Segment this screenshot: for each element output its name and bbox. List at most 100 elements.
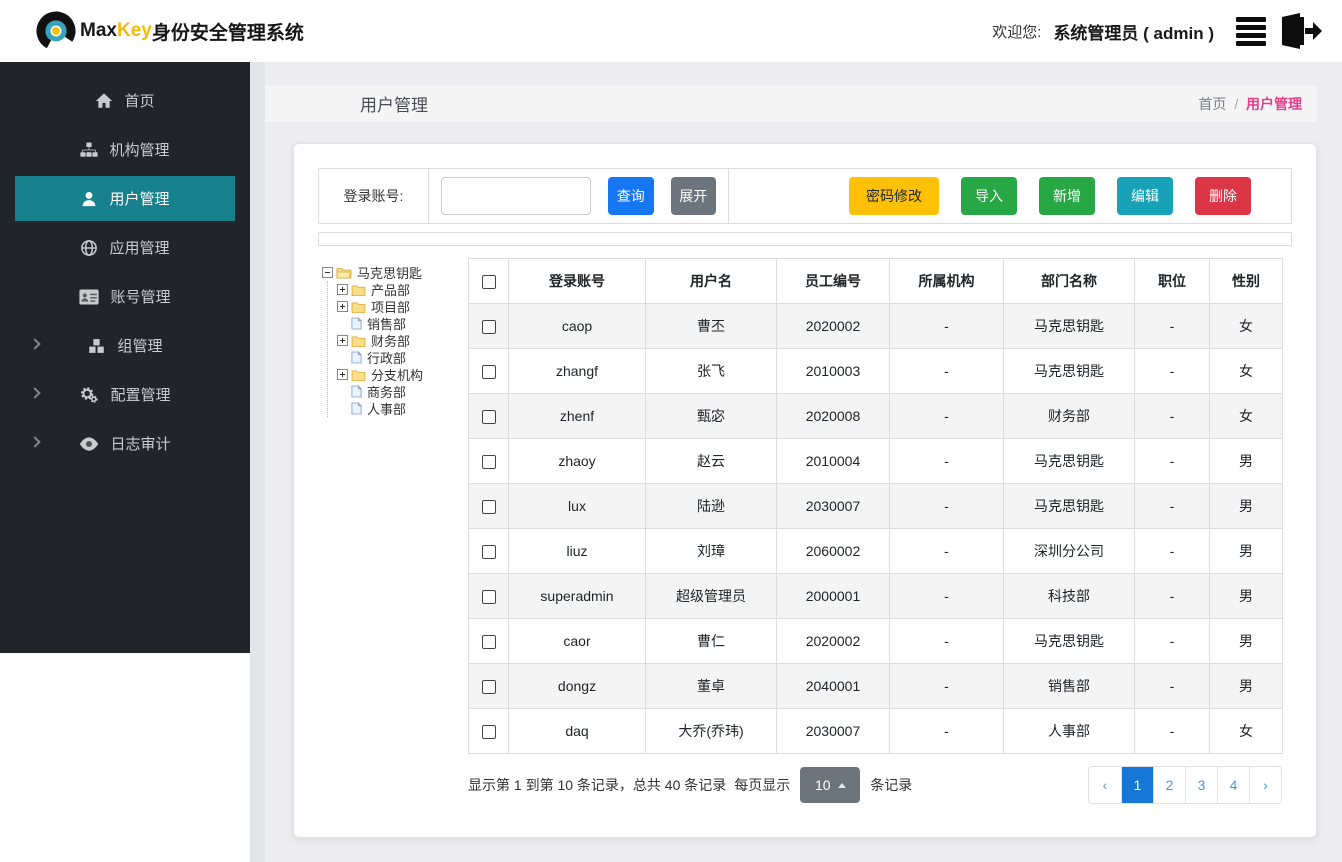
tree-node[interactable]: 产品部 <box>337 281 468 298</box>
import-button[interactable]: 导入 <box>961 177 1017 215</box>
tree-node[interactable]: 人事部 <box>337 400 468 417</box>
cubes-icon <box>89 338 105 353</box>
breadcrumb-current: 用户管理 <box>1246 95 1302 112</box>
collapse-icon[interactable] <box>322 267 333 278</box>
top-navbar: Max Key 身份安全管理系统 欢迎您: 系统管理员 ( admin ) <box>0 0 1342 62</box>
records-summary: 显示第 1 到第 10 条记录，总共 40 条记录 <box>468 777 727 793</box>
file-icon <box>351 385 362 398</box>
edit-button[interactable]: 编辑 <box>1117 177 1173 215</box>
tree-node-label[interactable]: 人事部 <box>365 399 406 418</box>
action-buttons: 密码修改 导入 新增 编辑 删除 <box>849 169 1291 223</box>
row-checkbox[interactable] <box>481 725 496 740</box>
navbar-right: 欢迎您: 系统管理员 ( admin ) <box>992 11 1322 51</box>
table-row[interactable]: superadmin 超级管理员 2000001- 科技部 - 男 <box>468 573 1283 619</box>
row-checkbox[interactable] <box>481 455 496 470</box>
expand-icon[interactable] <box>337 335 348 346</box>
tree-node-root[interactable]: 马克思钥匙 <box>322 264 468 281</box>
table-row[interactable]: zhenf 甄宓 2020008- 财务部 - 女 <box>468 393 1283 439</box>
sidebar-item-users[interactable]: 用户管理 <box>15 176 235 221</box>
table-header-row: 登录账号 用户名 员工编号 所属机构 部门名称 职位 性别 <box>468 258 1283 304</box>
breadcrumb-separator: / <box>1234 95 1239 112</box>
sidebar: 首页 机构管理 用户管理 应用管理 账号管理 组管理 配置管理 日志审计 <box>0 62 250 653</box>
sidebar-item-groups[interactable]: 组管理 <box>15 323 235 368</box>
expand-icon[interactable] <box>337 301 348 312</box>
sidebar-item-label: 首页 <box>124 93 155 110</box>
row-checkbox[interactable] <box>481 590 496 605</box>
row-checkbox[interactable] <box>481 410 496 425</box>
content-gutter <box>250 62 265 862</box>
table-row[interactable]: liuz 刘璋 2060002- 深圳分公司 - 男 <box>468 528 1283 574</box>
table-row[interactable]: daq 大乔(乔玮) 2030007- 人事部 - 女 <box>468 708 1283 754</box>
user-icon <box>83 191 96 206</box>
sidebar-item-label: 账号管理 <box>110 289 171 306</box>
sidebar-item-config[interactable]: 配置管理 <box>15 372 235 417</box>
page-title: 用户管理 <box>360 96 428 115</box>
table-row[interactable]: lux 陆逊 2030007- 马克思钥匙 - 男 <box>468 483 1283 529</box>
tree-node[interactable]: 行政部 <box>337 349 468 366</box>
brand-suffix: 身份安全管理系统 <box>151 22 304 44</box>
page-prev[interactable]: ‹ <box>1089 767 1121 803</box>
id-card-icon <box>79 289 100 304</box>
delete-button[interactable]: 删除 <box>1195 177 1251 215</box>
tree-node[interactable]: 项目部 <box>337 298 468 315</box>
row-checkbox[interactable] <box>481 320 496 335</box>
logout-icon[interactable] <box>1278 11 1322 51</box>
query-button[interactable]: 查询 <box>608 177 654 215</box>
table-footer: 显示第 1 到第 10 条记录，总共 40 条记录 每页显示 10 条记录 ‹ … <box>468 766 1282 804</box>
row-checkbox[interactable] <box>481 500 496 515</box>
page-3[interactable]: 3 <box>1185 767 1217 803</box>
row-checkbox[interactable] <box>481 680 496 695</box>
search-toolbar: 登录账号: 查询 展开 密码修改 导入 新增 编辑 删除 <box>318 168 1292 224</box>
tree-node[interactable]: 销售部 <box>337 315 468 332</box>
select-all-checkbox[interactable] <box>481 275 496 290</box>
row-checkbox[interactable] <box>481 545 496 560</box>
page-2[interactable]: 2 <box>1153 767 1185 803</box>
sidebar-item-home[interactable]: 首页 <box>15 78 235 123</box>
sidebar-item-label: 机构管理 <box>109 142 170 159</box>
sidebar-item-audit[interactable]: 日志审计 <box>15 421 235 466</box>
chevron-right-icon <box>29 387 41 399</box>
folder-icon <box>351 301 366 313</box>
page-size-dropdown[interactable]: 10 <box>800 767 861 803</box>
users-table-zone: 登录账号 用户名 员工编号 所属机构 部门名称 职位 性别 caop 曹丕 20… <box>468 258 1292 804</box>
folder-icon <box>351 335 366 347</box>
page-next[interactable]: › <box>1249 767 1281 803</box>
chevron-right-icon <box>29 436 41 448</box>
welcome-label: 欢迎您: <box>992 23 1042 41</box>
brand[interactable]: Max Key 身份安全管理系统 <box>36 11 304 51</box>
table-row[interactable]: dongz 董卓 2040001- 销售部 - 男 <box>468 663 1283 709</box>
tree-node[interactable]: 商务部 <box>337 383 468 400</box>
users-card: 登录账号: 查询 展开 密码修改 导入 新增 编辑 删除 马克思钥匙 产品部 项… <box>293 143 1317 838</box>
collapsed-filter-panel <box>318 232 1292 246</box>
sidebar-item-apps[interactable]: 应用管理 <box>15 225 235 270</box>
maxkey-logo-icon <box>36 11 76 51</box>
per-page-label: 每页显示 <box>734 777 791 793</box>
users-table: 登录账号 用户名 员工编号 所属机构 部门名称 职位 性别 caop 曹丕 20… <box>468 258 1283 754</box>
login-account-input[interactable] <box>441 177 591 215</box>
expand-button[interactable]: 展开 <box>670 177 716 215</box>
menu-toggle-icon[interactable] <box>1236 16 1266 46</box>
page-4[interactable]: 4 <box>1217 767 1249 803</box>
change-password-button[interactable]: 密码修改 <box>849 177 939 215</box>
caret-up-icon <box>837 782 846 788</box>
column-header: 部门名称 <box>1003 258 1135 304</box>
tree-node[interactable]: 分支机构 <box>337 366 468 383</box>
gears-icon <box>81 386 99 403</box>
login-account-label: 登录账号: <box>319 169 429 223</box>
expand-icon[interactable] <box>337 284 348 295</box>
tree-node[interactable]: 财务部 <box>337 332 468 349</box>
page-1[interactable]: 1 <box>1121 767 1153 803</box>
expand-icon[interactable] <box>337 369 348 380</box>
brand-key: Key <box>116 20 152 41</box>
sidebar-item-org[interactable]: 机构管理 <box>15 127 235 172</box>
table-row[interactable]: zhangf 张飞 2010003- 马克思钥匙 - 女 <box>468 348 1283 394</box>
sidebar-item-accounts[interactable]: 账号管理 <box>15 274 235 319</box>
row-checkbox[interactable] <box>481 635 496 650</box>
table-row[interactable]: zhaoy 赵云 2010004- 马克思钥匙 - 男 <box>468 438 1283 484</box>
column-header: 性别 <box>1209 258 1283 304</box>
breadcrumb-home-link[interactable]: 首页 <box>1198 96 1226 112</box>
add-button[interactable]: 新增 <box>1039 177 1095 215</box>
row-checkbox[interactable] <box>481 365 496 380</box>
table-row[interactable]: caor 曹仁 2020002- 马克思钥匙 - 男 <box>468 618 1283 664</box>
table-row[interactable]: caop 曹丕 2020002- 马克思钥匙 - 女 <box>468 303 1283 349</box>
